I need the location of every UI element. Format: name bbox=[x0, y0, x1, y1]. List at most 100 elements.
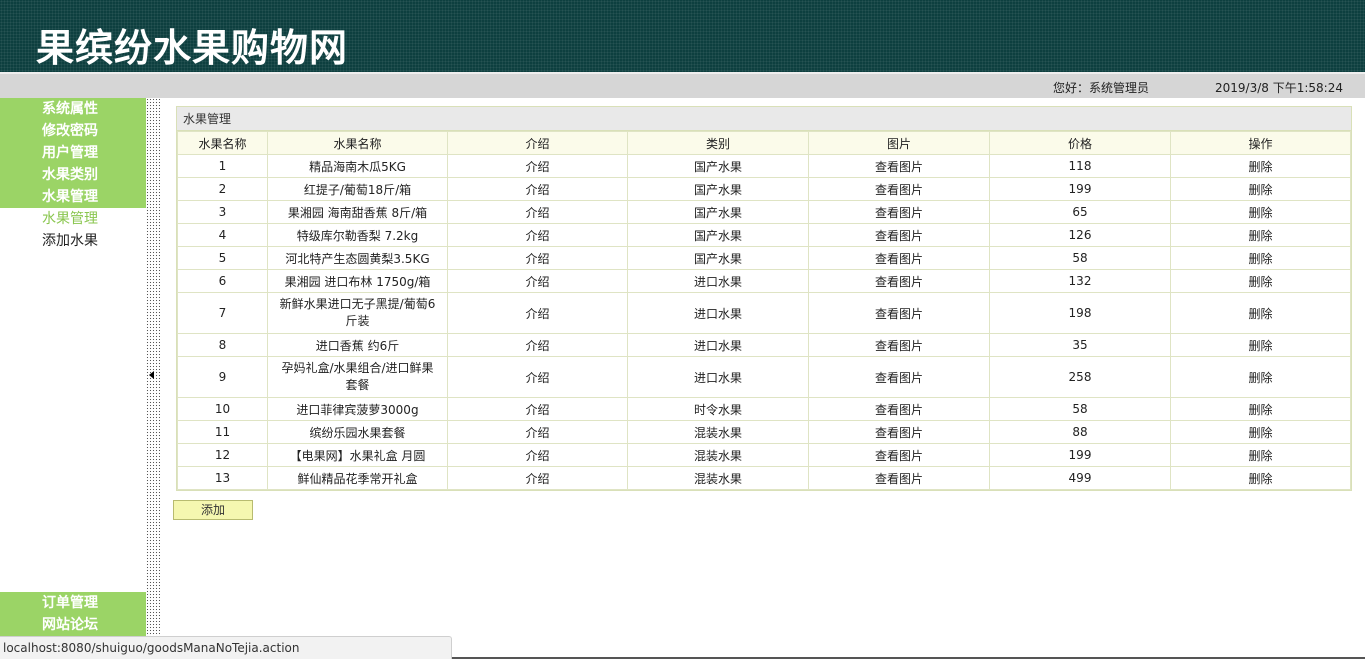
intro-link[interactable]: 介绍 bbox=[447, 397, 628, 421]
cell-category: 国产水果 bbox=[627, 246, 809, 270]
cell-number: 12 bbox=[177, 443, 268, 467]
table-row: 2 红提子/葡萄18斤/箱 介绍 国产水果 查看图片 199 删除 bbox=[177, 177, 1351, 201]
intro-link[interactable]: 介绍 bbox=[447, 420, 628, 444]
table-row: 7 新鲜水果进口无子黑提/葡萄6斤装 介绍 进口水果 查看图片 198 删除 bbox=[177, 292, 1351, 334]
collapse-arrow-icon[interactable] bbox=[149, 371, 154, 379]
delete-link[interactable]: 删除 bbox=[1170, 269, 1351, 293]
cell-category: 混装水果 bbox=[627, 443, 809, 467]
menu-group-bottom: 订单管理 网站论坛 bbox=[0, 592, 146, 636]
intro-link[interactable]: 介绍 bbox=[447, 246, 628, 270]
column-header: 介绍 bbox=[447, 131, 628, 155]
column-header: 操作 bbox=[1170, 131, 1351, 155]
delete-link[interactable]: 删除 bbox=[1170, 154, 1351, 178]
menu-system-properties[interactable]: 系统属性 bbox=[0, 98, 146, 120]
intro-link[interactable]: 介绍 bbox=[447, 177, 628, 201]
cell-price: 118 bbox=[989, 154, 1171, 178]
view-image-link[interactable]: 查看图片 bbox=[808, 269, 990, 293]
column-header: 图片 bbox=[808, 131, 990, 155]
table-row: 6 果湘园 进口布林 1750g/箱 介绍 进口水果 查看图片 132 删除 bbox=[177, 269, 1351, 293]
cell-fruit-name: 红提子/葡萄18斤/箱 bbox=[267, 177, 448, 201]
intro-link[interactable]: 介绍 bbox=[447, 333, 628, 357]
add-button[interactable]: 添加 bbox=[173, 500, 253, 520]
menu-fruit-management[interactable]: 水果管理 bbox=[0, 186, 146, 208]
cell-price: 88 bbox=[989, 420, 1171, 444]
table-row: 3 果湘园 海南甜香蕉 8斤/箱 介绍 国产水果 查看图片 65 删除 bbox=[177, 200, 1351, 224]
view-image-link[interactable]: 查看图片 bbox=[808, 466, 990, 490]
delete-link[interactable]: 删除 bbox=[1170, 333, 1351, 357]
table-header-row: 水果名称 水果名称 介绍 类别 图片 价格 操作 bbox=[177, 131, 1351, 155]
view-image-link[interactable]: 查看图片 bbox=[808, 177, 990, 201]
view-image-link[interactable]: 查看图片 bbox=[808, 443, 990, 467]
delete-link[interactable]: 删除 bbox=[1170, 246, 1351, 270]
intro-link[interactable]: 介绍 bbox=[447, 269, 628, 293]
delete-link[interactable]: 删除 bbox=[1170, 292, 1351, 334]
table-row: 12 【电果网】水果礼盒 月圆 介绍 混装水果 查看图片 199 删除 bbox=[177, 443, 1351, 467]
intro-link[interactable]: 介绍 bbox=[447, 292, 628, 334]
sidebar-splitter[interactable] bbox=[146, 98, 160, 638]
intro-link[interactable]: 介绍 bbox=[447, 466, 628, 490]
user-greeting: 您好：系统管理员 bbox=[1053, 81, 1150, 95]
view-image-link[interactable]: 查看图片 bbox=[808, 292, 990, 334]
cell-number: 8 bbox=[177, 333, 268, 357]
view-image-link[interactable]: 查看图片 bbox=[808, 397, 990, 421]
view-image-link[interactable]: 查看图片 bbox=[808, 420, 990, 444]
cell-number: 3 bbox=[177, 200, 268, 224]
cell-fruit-name: 果湘园 进口布林 1750g/箱 bbox=[267, 269, 448, 293]
submenu-fruit-management[interactable]: 水果管理 bbox=[0, 208, 146, 230]
cell-fruit-name: 河北特产生态圆黄梨3.5KG bbox=[267, 246, 448, 270]
table-row: 4 特级库尔勒香梨 7.2kg 介绍 国产水果 查看图片 126 删除 bbox=[177, 223, 1351, 247]
cell-fruit-name: 【电果网】水果礼盒 月圆 bbox=[267, 443, 448, 467]
cell-number: 9 bbox=[177, 356, 268, 398]
view-image-link[interactable]: 查看图片 bbox=[808, 154, 990, 178]
view-image-link[interactable]: 查看图片 bbox=[808, 223, 990, 247]
intro-link[interactable]: 介绍 bbox=[447, 154, 628, 178]
cell-number: 7 bbox=[177, 292, 268, 334]
view-image-link[interactable]: 查看图片 bbox=[808, 200, 990, 224]
menu-site-forum[interactable]: 网站论坛 bbox=[0, 614, 146, 636]
table-row: 9 孕妈礼盒/水果组合/进口鲜果套餐 介绍 进口水果 查看图片 258 删除 bbox=[177, 356, 1351, 398]
cell-fruit-name: 进口香蕉 约6斤 bbox=[267, 333, 448, 357]
cell-fruit-name: 进口菲律宾菠萝3000g bbox=[267, 397, 448, 421]
cell-number: 10 bbox=[177, 397, 268, 421]
delete-link[interactable]: 删除 bbox=[1170, 223, 1351, 247]
cell-category: 国产水果 bbox=[627, 177, 809, 201]
menu-order-management[interactable]: 订单管理 bbox=[0, 592, 146, 614]
column-header: 水果名称 bbox=[177, 131, 268, 155]
delete-link[interactable]: 删除 bbox=[1170, 420, 1351, 444]
column-header: 类别 bbox=[627, 131, 809, 155]
delete-link[interactable]: 删除 bbox=[1170, 200, 1351, 224]
intro-link[interactable]: 介绍 bbox=[447, 356, 628, 398]
cell-price: 199 bbox=[989, 177, 1171, 201]
view-image-link[interactable]: 查看图片 bbox=[808, 246, 990, 270]
cell-fruit-name: 新鲜水果进口无子黑提/葡萄6斤装 bbox=[267, 292, 448, 334]
cell-price: 58 bbox=[989, 397, 1171, 421]
cell-number: 6 bbox=[177, 269, 268, 293]
cell-price: 258 bbox=[989, 356, 1171, 398]
column-header: 价格 bbox=[989, 131, 1171, 155]
delete-link[interactable]: 删除 bbox=[1170, 177, 1351, 201]
cell-fruit-name: 精品海南木瓜5KG bbox=[267, 154, 448, 178]
sidebar-menu: 系统属性 修改密码 用户管理 水果类别 水果管理 水果管理 添加水果 订单管理 … bbox=[0, 98, 146, 638]
cell-price: 58 bbox=[989, 246, 1171, 270]
delete-link[interactable]: 删除 bbox=[1170, 443, 1351, 467]
menu-user-management[interactable]: 用户管理 bbox=[0, 142, 146, 164]
intro-link[interactable]: 介绍 bbox=[447, 223, 628, 247]
cell-category: 进口水果 bbox=[627, 269, 809, 293]
delete-link[interactable]: 删除 bbox=[1170, 356, 1351, 398]
menu-fruit-category[interactable]: 水果类别 bbox=[0, 164, 146, 186]
cell-number: 2 bbox=[177, 177, 268, 201]
intro-link[interactable]: 介绍 bbox=[447, 443, 628, 467]
view-image-link[interactable]: 查看图片 bbox=[808, 333, 990, 357]
cell-price: 499 bbox=[989, 466, 1171, 490]
intro-link[interactable]: 介绍 bbox=[447, 200, 628, 224]
menu-change-password[interactable]: 修改密码 bbox=[0, 120, 146, 142]
delete-link[interactable]: 删除 bbox=[1170, 466, 1351, 490]
delete-link[interactable]: 删除 bbox=[1170, 397, 1351, 421]
cell-number: 1 bbox=[177, 154, 268, 178]
table-row: 1 精品海南木瓜5KG 介绍 国产水果 查看图片 118 删除 bbox=[177, 154, 1351, 178]
submenu-add-fruit[interactable]: 添加水果 bbox=[0, 230, 146, 252]
table-row: 5 河北特产生态圆黄梨3.5KG 介绍 国产水果 查看图片 58 删除 bbox=[177, 246, 1351, 270]
header-banner: 果缤纷水果购物网 bbox=[0, 0, 1365, 72]
cell-price: 199 bbox=[989, 443, 1171, 467]
view-image-link[interactable]: 查看图片 bbox=[808, 356, 990, 398]
